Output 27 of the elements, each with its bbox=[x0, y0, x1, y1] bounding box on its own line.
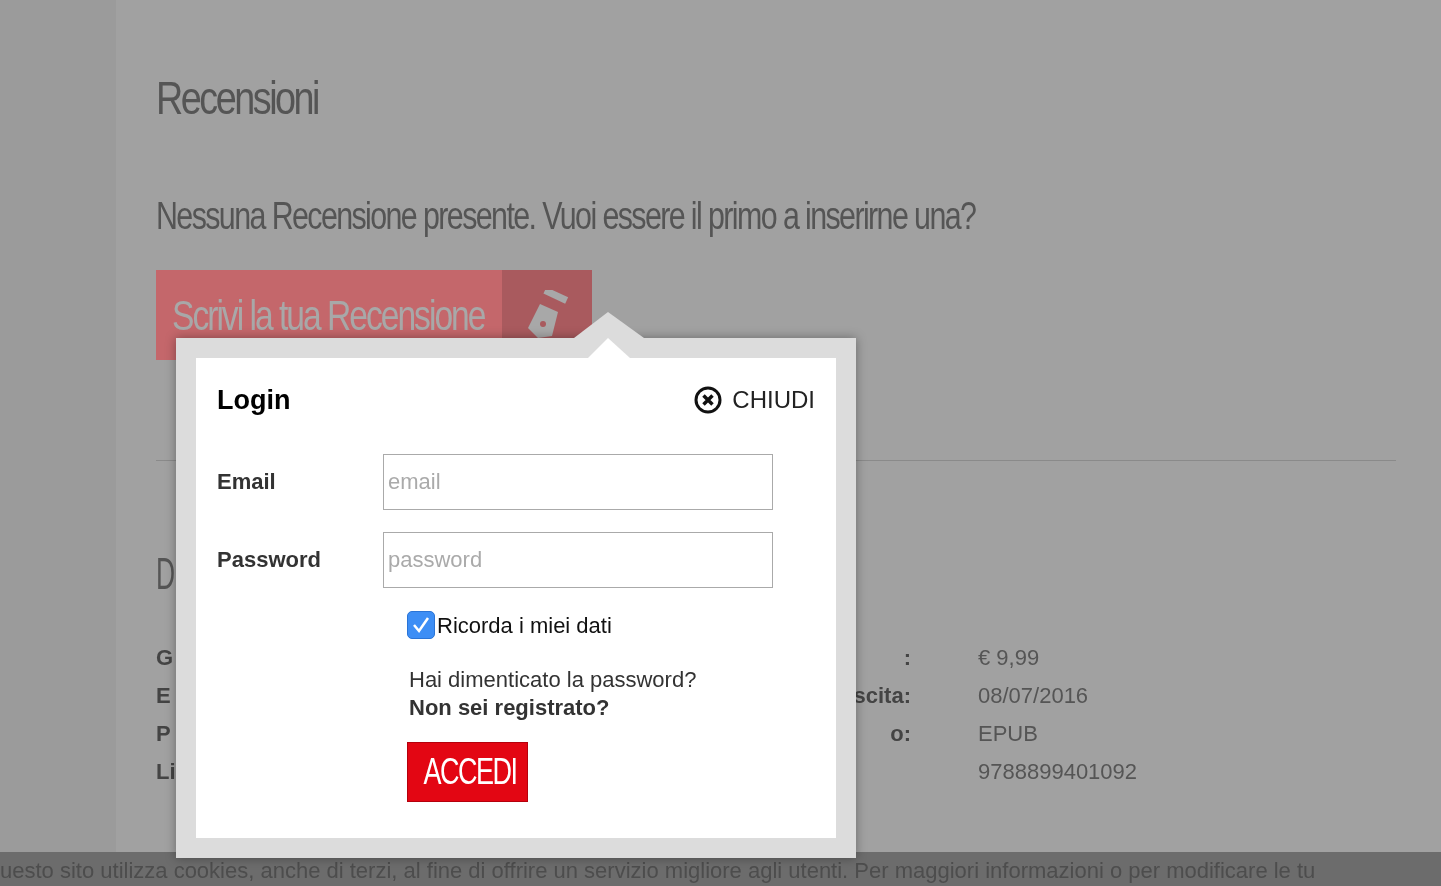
detail-label: o: bbox=[890, 721, 911, 746]
details-heading: D bbox=[156, 549, 176, 599]
login-button[interactable]: ACCEDI bbox=[407, 741, 528, 802]
field-label: Email bbox=[217, 468, 277, 496]
detail-label: P bbox=[156, 721, 171, 746]
remember-checkbox[interactable] bbox=[407, 611, 435, 639]
login-title: Login bbox=[217, 384, 291, 417]
checkmark-icon bbox=[411, 615, 431, 635]
detail-label: : bbox=[903, 645, 911, 670]
detail-label: Li bbox=[156, 759, 176, 784]
password-field[interactable]: password bbox=[383, 531, 773, 588]
detail-label: scita: bbox=[853, 683, 911, 708]
register-link[interactable]: Non sei registrato? bbox=[409, 693, 610, 722]
detail-label: E bbox=[156, 683, 171, 708]
empty-reviews-message: Nessuna Recensione presente. Vuoi essere il primo a inserirne una? bbox=[156, 194, 976, 238]
close-button[interactable]: CHIUDI bbox=[694, 382, 815, 419]
remember-label: Ricorda i miei dati bbox=[437, 611, 612, 640]
detail-label: G bbox=[156, 645, 174, 670]
field-label: Password bbox=[217, 546, 322, 574]
detail-value: EPUB bbox=[978, 721, 1038, 746]
forgot-password-link[interactable]: Hai dimenticato la password? bbox=[409, 665, 697, 694]
detail-value: 08/07/2016 bbox=[978, 683, 1089, 708]
detail-value: 9788899401092 bbox=[978, 759, 1138, 784]
detail-value: € 9,99 bbox=[978, 645, 1040, 670]
email-field[interactable]: email bbox=[383, 453, 773, 510]
close-icon bbox=[694, 386, 723, 415]
section-title: Recensioni bbox=[156, 71, 318, 126]
